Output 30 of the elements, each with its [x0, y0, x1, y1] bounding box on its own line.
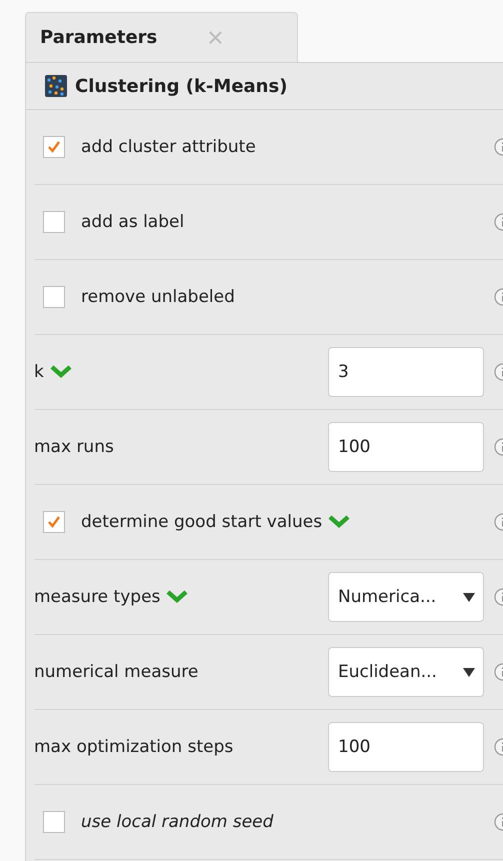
parameter-label: use local random seed	[81, 812, 274, 832]
parameter-label: add cluster attribute	[81, 137, 256, 157]
dropdown[interactable]: Numerica...	[328, 572, 484, 622]
checkmark-icon	[47, 140, 61, 154]
dropdown[interactable]: Euclidean...	[328, 647, 484, 697]
parameter-label: determine good start values	[81, 512, 322, 532]
chevron-down-icon	[50, 365, 72, 379]
parameters-tab[interactable]: Parameters ×	[25, 12, 298, 62]
number-field[interactable]: 100	[328, 422, 484, 472]
parameter-label: max optimization steps	[34, 737, 234, 757]
checkbox[interactable]	[43, 136, 65, 158]
checkbox[interactable]	[43, 211, 65, 233]
number-field[interactable]: 100	[328, 722, 484, 772]
checkbox[interactable]	[43, 511, 65, 533]
parameter-label: add as label	[81, 212, 184, 232]
checkbox[interactable]	[43, 811, 65, 833]
parameter-label: k	[34, 362, 44, 382]
checkbox[interactable]	[43, 286, 65, 308]
parameter-label: max runs	[34, 437, 114, 457]
parameter-label: remove unlabeled	[81, 287, 235, 307]
chevron-down-icon	[166, 590, 188, 604]
caret-icon	[463, 668, 475, 676]
parameter-label: measure types	[34, 587, 160, 607]
parameter-label: numerical measure	[34, 662, 198, 682]
operator-title: Clustering (k-Means)	[75, 76, 288, 96]
checkmark-icon	[47, 515, 61, 529]
caret-icon	[463, 592, 475, 602]
number-field[interactable]: 3	[328, 347, 484, 397]
clustering-icon	[45, 75, 67, 97]
chevron-down-icon	[328, 515, 350, 529]
